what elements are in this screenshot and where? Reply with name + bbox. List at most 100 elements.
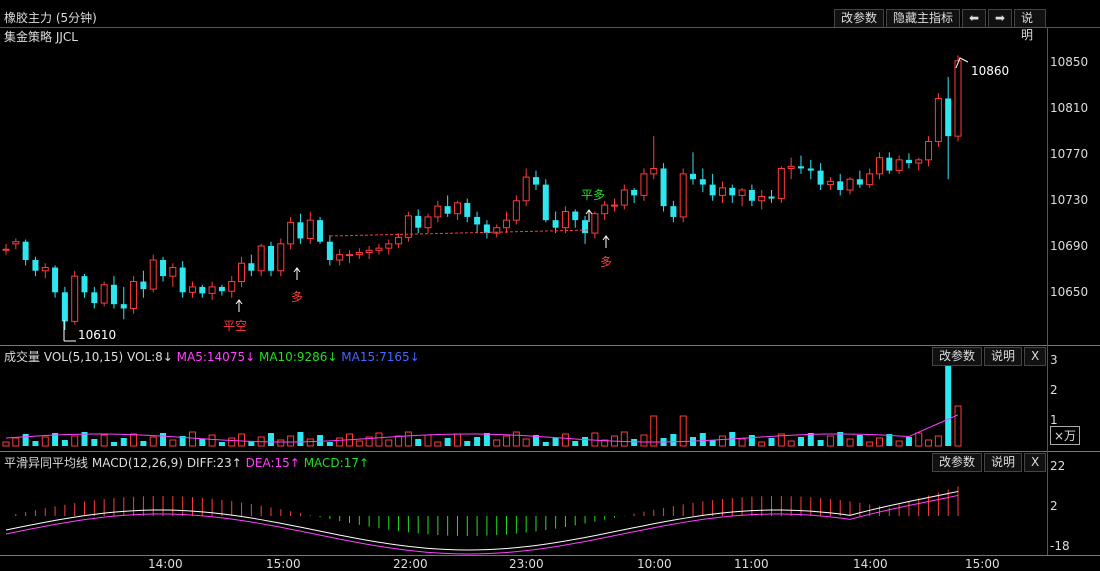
candle-body xyxy=(748,190,755,201)
candle-body xyxy=(542,184,549,221)
reference-line xyxy=(329,229,591,237)
candle-body xyxy=(444,206,451,214)
volume-bar xyxy=(856,435,863,446)
volume-bar xyxy=(895,440,903,447)
candle-body xyxy=(336,254,344,261)
volume-bar xyxy=(670,434,677,446)
candle-body xyxy=(650,167,658,175)
volume-bar xyxy=(493,439,501,447)
candle-body xyxy=(32,260,39,271)
volume-bar xyxy=(120,438,127,446)
volume-bar xyxy=(32,441,39,446)
candle-body xyxy=(474,216,481,225)
candle-body xyxy=(777,167,785,200)
candle-body xyxy=(817,170,824,185)
volume-bar xyxy=(317,435,324,446)
candle-body xyxy=(179,267,186,293)
candle-body xyxy=(572,211,579,221)
candle-body xyxy=(208,286,216,294)
candle-body xyxy=(895,159,903,172)
volume-ma5-line xyxy=(5,414,959,443)
candle-body xyxy=(81,276,88,293)
volume-bar xyxy=(738,438,746,447)
candle-body xyxy=(640,173,648,196)
volume-bar xyxy=(709,440,716,446)
candle-body xyxy=(758,195,766,202)
candle-body xyxy=(91,292,98,304)
volume-bar xyxy=(797,437,804,446)
volume-bar xyxy=(512,431,520,447)
candle-body xyxy=(326,241,333,260)
volume-bar xyxy=(444,438,451,446)
volume-bar xyxy=(542,442,549,446)
candle-body xyxy=(464,202,471,217)
candle-body xyxy=(188,286,196,293)
candle-body xyxy=(453,202,461,215)
candle-body xyxy=(915,159,923,164)
candle-body xyxy=(385,243,393,249)
candle-body xyxy=(787,165,795,169)
candle-body xyxy=(355,251,363,256)
volume-bar xyxy=(326,442,333,446)
candle-body xyxy=(620,189,628,206)
volume-bar xyxy=(591,432,599,447)
candle-body xyxy=(415,215,422,228)
volume-bar xyxy=(934,435,942,447)
volume-bar xyxy=(699,433,706,446)
macd-dea-line xyxy=(5,494,959,555)
candle-body xyxy=(149,259,157,290)
candle-body xyxy=(582,220,589,234)
volume-bar xyxy=(631,439,638,446)
candle-body xyxy=(365,249,373,253)
volume-bar xyxy=(434,441,442,447)
candle-body xyxy=(591,213,599,234)
candle-body xyxy=(610,204,618,207)
candle-body xyxy=(306,219,314,239)
volume-bar xyxy=(100,434,108,447)
candle-body xyxy=(905,159,912,164)
volume-bar xyxy=(846,438,854,447)
volume-bar xyxy=(41,436,49,447)
candle-body xyxy=(954,60,962,137)
volume-bar xyxy=(483,433,490,446)
candle-body xyxy=(846,178,854,191)
volume-bar xyxy=(160,433,167,446)
candle-body xyxy=(100,284,108,304)
candle-body xyxy=(395,236,403,245)
candle-body xyxy=(483,224,490,234)
volume-bar xyxy=(2,441,10,447)
volume-bar xyxy=(718,435,726,447)
candle-body xyxy=(52,267,59,293)
candle-body xyxy=(532,177,539,185)
candle-body xyxy=(424,216,432,229)
volume-bar xyxy=(945,366,952,446)
volume-bar xyxy=(474,437,481,446)
candle-body xyxy=(61,292,68,322)
volume-bar xyxy=(768,438,775,446)
candle-body xyxy=(768,196,775,199)
candle-body xyxy=(199,286,206,294)
candle-body xyxy=(934,97,942,143)
candle-body xyxy=(248,263,255,271)
candle-body xyxy=(297,222,304,239)
volume-bar xyxy=(572,441,579,446)
volume-bar xyxy=(336,437,344,447)
volume-bar xyxy=(582,437,589,446)
volume-bar xyxy=(552,438,559,446)
candle-body xyxy=(257,245,265,272)
volume-bar xyxy=(228,437,236,447)
volume-bar xyxy=(297,432,304,446)
chart-canvas[interactable] xyxy=(0,0,1100,571)
candle-body xyxy=(218,286,225,292)
volume-bar xyxy=(22,434,29,446)
volume-bar xyxy=(464,441,471,446)
candle-body xyxy=(71,275,79,322)
candle-body xyxy=(886,157,893,171)
volume-bar xyxy=(375,432,383,447)
candle-body xyxy=(925,141,933,161)
candle-body xyxy=(718,187,726,196)
volume-bar xyxy=(199,439,206,446)
volume-bar xyxy=(218,442,225,446)
volume-bar xyxy=(453,433,461,447)
volume-bar xyxy=(277,439,285,447)
